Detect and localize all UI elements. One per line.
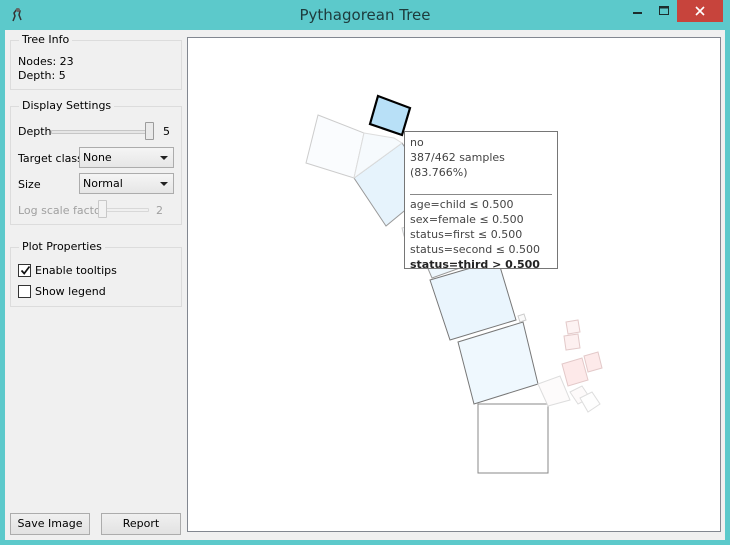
client-area: Tree Info Nodes: 23 Depth: 5 Display Set… bbox=[5, 30, 725, 540]
tree-node[interactable] bbox=[563, 333, 581, 351]
enable-tooltips-checkbox[interactable] bbox=[18, 264, 31, 277]
tree-info-title: Tree Info bbox=[19, 33, 73, 46]
app-window: Pythagorean Tree Tree Info Nodes: 23 Dep… bbox=[0, 0, 730, 545]
depth-slider-handle[interactable] bbox=[145, 122, 154, 140]
target-class-value: None bbox=[83, 151, 112, 164]
tree-node-root[interactable] bbox=[477, 403, 549, 474]
window-title: Pythagorean Tree bbox=[299, 6, 431, 24]
minimize-button[interactable] bbox=[625, 0, 651, 22]
log-scale-label: Log scale factor bbox=[18, 204, 106, 217]
show-legend-label[interactable]: Show legend bbox=[35, 285, 106, 298]
tree-node[interactable] bbox=[583, 351, 603, 373]
tooltip-samples: 387/462 samples (83.766%) bbox=[410, 151, 505, 179]
node-tooltip: no 387/462 samples (83.766%) age=child ≤… bbox=[404, 131, 558, 271]
close-button[interactable] bbox=[677, 0, 723, 22]
tree-node[interactable] bbox=[561, 357, 589, 387]
display-settings-title: Display Settings bbox=[19, 99, 115, 112]
plot-properties-title: Plot Properties bbox=[19, 240, 105, 253]
size-label: Size bbox=[18, 178, 41, 191]
tree-node-highlighted[interactable] bbox=[368, 94, 412, 137]
display-settings-group: Display Settings Depth 5 Target class No… bbox=[10, 99, 182, 225]
log-scale-slider-handle[interactable] bbox=[98, 200, 107, 218]
tooltip-rule-current: status=third > 0.500 bbox=[410, 258, 540, 271]
size-value: Normal bbox=[83, 177, 123, 190]
save-image-button[interactable]: Save Image bbox=[10, 513, 90, 535]
nodes-count: Nodes: 23 bbox=[18, 55, 74, 68]
tree-canvas[interactable]: no 387/462 samples (83.766%) age=child ≤… bbox=[187, 37, 721, 532]
report-button[interactable]: Report bbox=[101, 513, 181, 535]
tree-node[interactable] bbox=[305, 114, 365, 179]
depth-slider-track[interactable] bbox=[51, 130, 154, 134]
target-class-select[interactable]: None bbox=[79, 147, 174, 168]
plot-properties-group: Plot Properties Enable tooltips Show leg… bbox=[10, 240, 182, 307]
target-class-label: Target class bbox=[18, 152, 83, 165]
report-label: Report bbox=[122, 517, 160, 530]
tooltip-rule: sex=female ≤ 0.500 bbox=[410, 213, 524, 226]
save-image-label: Save Image bbox=[17, 517, 83, 530]
depth-count: Depth: 5 bbox=[18, 69, 66, 82]
maximize-icon bbox=[659, 6, 669, 15]
tree-node[interactable] bbox=[565, 319, 581, 335]
log-scale-value: 2 bbox=[156, 204, 163, 217]
depth-value: 5 bbox=[163, 125, 170, 138]
tree-info-group: Tree Info Nodes: 23 Depth: 5 bbox=[10, 33, 182, 90]
pythagorean-tree[interactable] bbox=[188, 38, 721, 532]
tooltip-class: no bbox=[410, 136, 424, 149]
check-icon bbox=[20, 265, 31, 275]
tooltip-rule: status=second ≤ 0.500 bbox=[410, 243, 540, 256]
chevron-down-icon bbox=[160, 156, 168, 160]
show-legend-checkbox[interactable] bbox=[18, 285, 31, 298]
maximize-button[interactable] bbox=[651, 0, 677, 22]
minimize-icon bbox=[633, 12, 642, 14]
close-icon bbox=[695, 6, 705, 16]
chevron-down-icon bbox=[160, 182, 168, 186]
size-select[interactable]: Normal bbox=[79, 173, 174, 194]
enable-tooltips-label[interactable]: Enable tooltips bbox=[35, 264, 117, 277]
depth-label: Depth bbox=[18, 125, 52, 138]
title-bar[interactable]: Pythagorean Tree bbox=[0, 0, 730, 30]
tree-node[interactable] bbox=[537, 375, 571, 407]
tooltip-divider bbox=[410, 194, 552, 195]
tree-node[interactable] bbox=[517, 313, 527, 323]
tooltip-rule: age=child ≤ 0.500 bbox=[410, 198, 514, 211]
tooltip-rule: status=first ≤ 0.500 bbox=[410, 228, 523, 241]
